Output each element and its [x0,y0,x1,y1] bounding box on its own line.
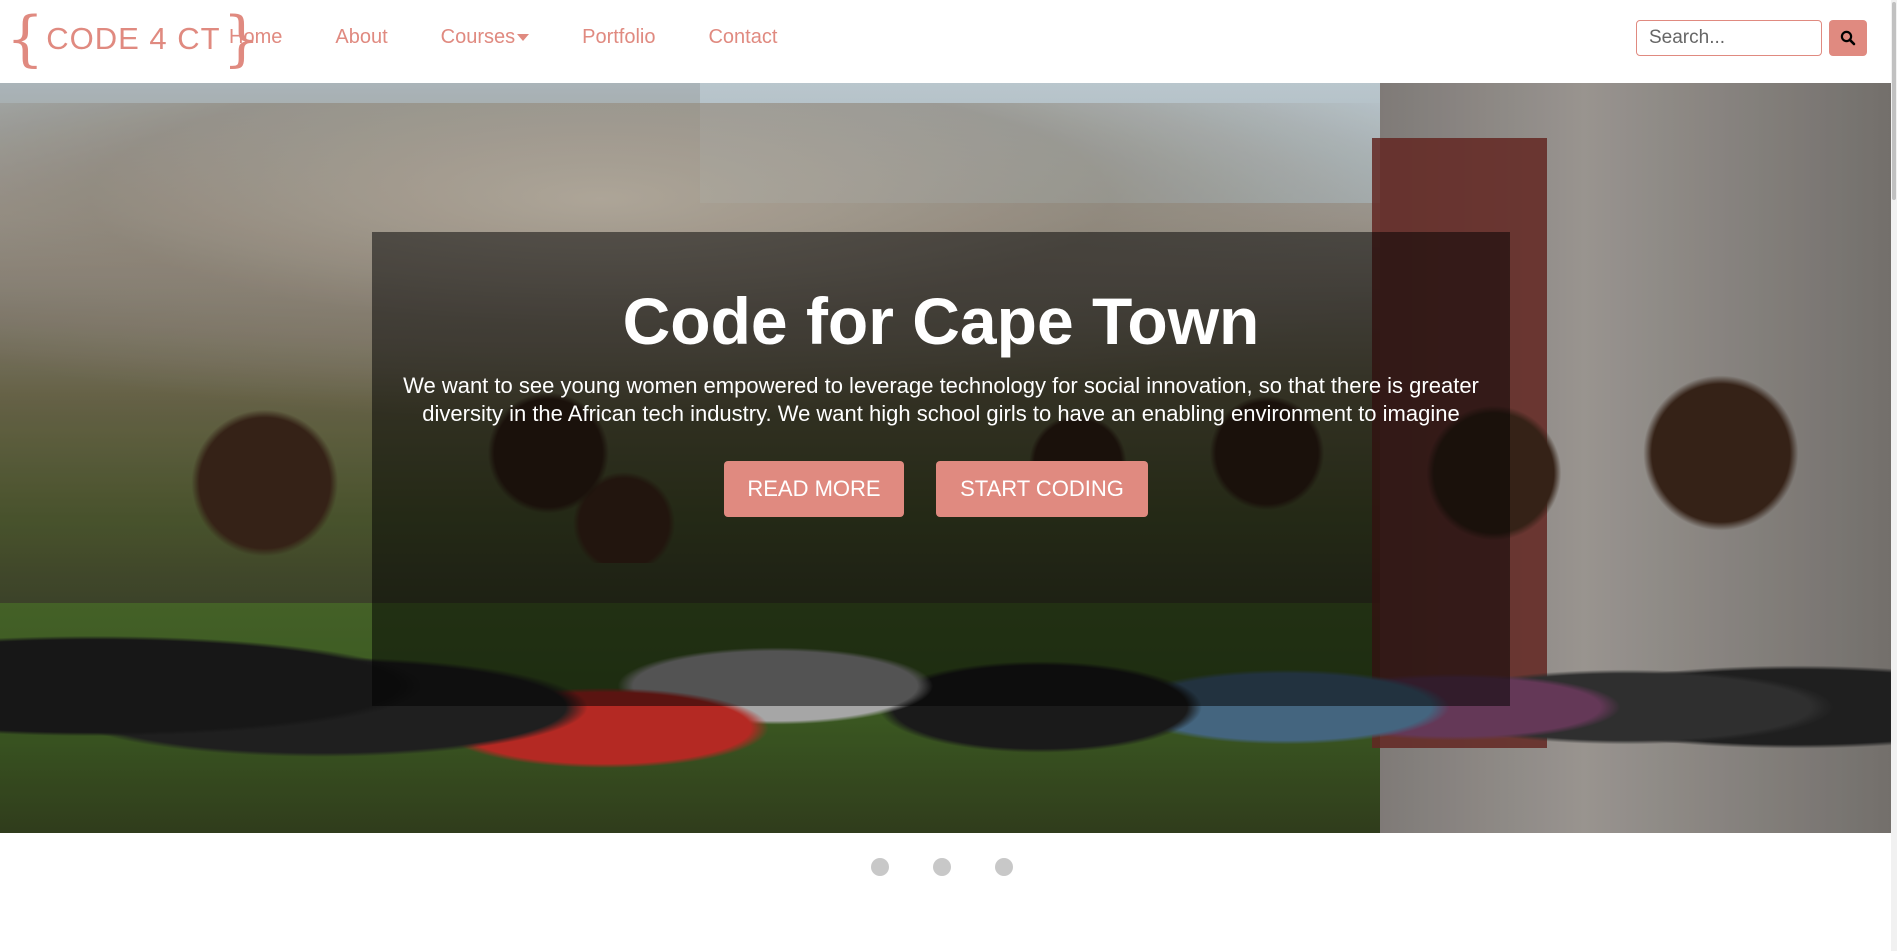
logo-left-brace: { [6,4,45,74]
search-icon [1840,30,1856,46]
search-button[interactable] [1829,20,1867,56]
logo-text: CODE 4 CT [46,21,221,56]
read-more-button[interactable]: READ MORE [724,461,904,517]
carousel-dot-1[interactable] [871,858,889,876]
scrollbar[interactable] [1891,0,1897,951]
start-coding-button[interactable]: START CODING [936,461,1148,517]
nav-link-courses[interactable]: Courses [440,26,530,49]
scrollbar-thumb[interactable] [1892,2,1896,200]
nav-link-about[interactable]: About [335,26,387,49]
nav-link-home[interactable]: Home [229,26,282,49]
carousel-dot-3[interactable] [995,858,1013,876]
hero-caption: Code for Cape Town We want to see young … [372,232,1510,706]
carousel-indicators [0,858,1891,876]
nav-links: Home About Courses Portfolio Contact [229,26,830,49]
hero-carousel: Code for Cape Town We want to see young … [0,83,1891,833]
hero-text: We want to see young women empowered to … [403,373,1479,426]
nav-link-courses-label: Courses [440,26,516,48]
nav-link-portfolio[interactable]: Portfolio [582,26,655,49]
logo[interactable]: { CODE 4 CT } [6,6,261,72]
hero-title: Code for Cape Town [622,284,1260,358]
navbar: { CODE 4 CT } Home About Courses Portfol… [0,0,1897,84]
carousel-dot-2[interactable] [933,858,951,876]
nav-link-contact[interactable]: Contact [708,26,777,49]
search-input[interactable] [1636,20,1822,56]
caret-down-icon [517,34,530,41]
